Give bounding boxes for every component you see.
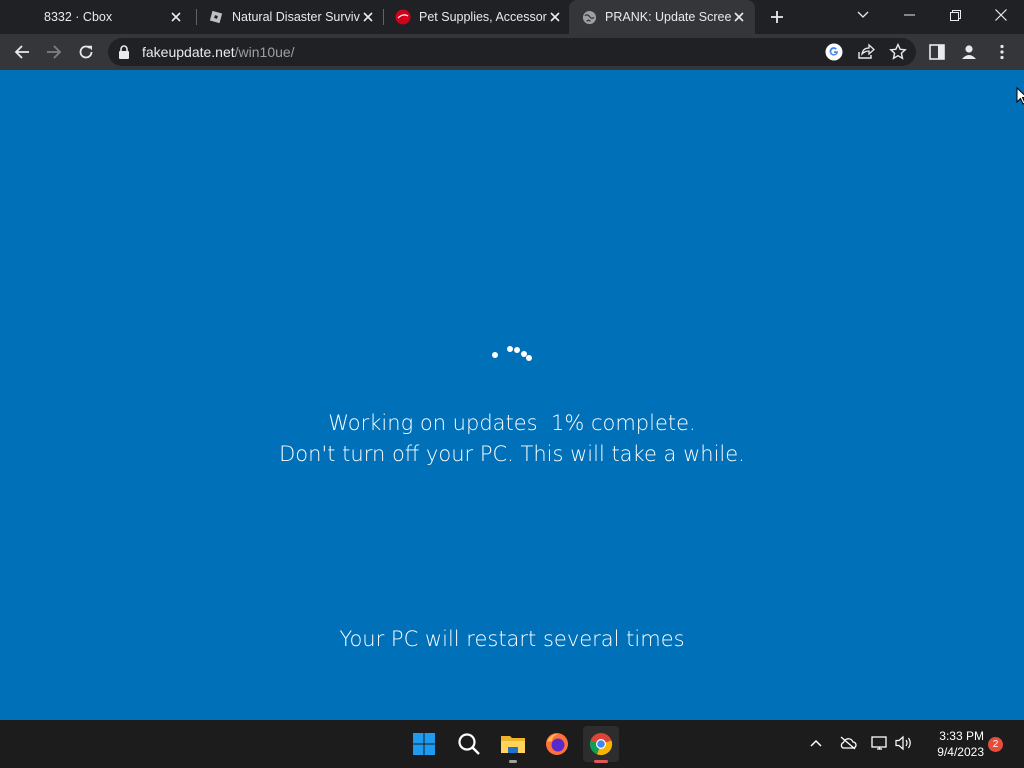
onedrive-offline-icon[interactable]	[837, 732, 859, 754]
restore-icon	[949, 9, 961, 21]
browser-tab-active[interactable]: PRANK: Update Screen	[569, 0, 755, 34]
back-button[interactable]	[8, 38, 36, 66]
restart-notice-text: Your PC will restart several times	[339, 627, 685, 651]
firefox-icon[interactable]	[539, 726, 575, 762]
browser-tab[interactable]: 8332 · Cbox	[30, 0, 190, 34]
tab-title: PRANK: Update Screen	[605, 10, 731, 24]
tab-close-icon[interactable]	[731, 9, 747, 25]
clock-date: 9/4/2023	[937, 745, 984, 759]
running-indicator	[509, 760, 517, 763]
google-lens-icon[interactable]	[825, 43, 843, 61]
petco-icon	[395, 9, 411, 25]
chevron-down-icon	[857, 11, 869, 18]
tab-separator	[383, 9, 384, 25]
tab-search-button[interactable]	[840, 0, 886, 30]
url-path: /win10ue/	[234, 44, 295, 60]
mouse-cursor-icon	[1016, 86, 1024, 105]
share-icon[interactable]	[857, 43, 875, 61]
reload-button[interactable]	[72, 38, 100, 66]
update-warning-text: Don't turn off your PC. This will take a…	[279, 442, 745, 466]
chrome-icon[interactable]	[583, 726, 619, 762]
more-menu-icon[interactable]	[993, 43, 1011, 61]
minimize-icon	[903, 14, 915, 16]
roblox-icon	[208, 9, 224, 25]
minimize-button[interactable]	[886, 0, 932, 30]
volume-icon[interactable]	[893, 732, 915, 754]
tab-separator	[196, 9, 197, 25]
windows-start-icon[interactable]	[406, 726, 442, 762]
tab-title: 8332 · Cbox	[44, 10, 113, 24]
new-tab-button[interactable]	[764, 4, 790, 30]
clock-time: 3:33 PM	[939, 729, 984, 743]
system-clock[interactable]: 3:33 PM 9/4/2023	[922, 728, 984, 760]
search-icon[interactable]	[451, 726, 487, 762]
tab-close-icon[interactable]	[547, 9, 563, 25]
arrow-right-icon	[47, 45, 62, 59]
update-progress-text: Working on updates 1% complete.	[328, 411, 696, 435]
forward-button[interactable]	[40, 38, 68, 66]
update-screen	[0, 70, 1024, 720]
close-icon	[995, 9, 1007, 21]
url-text[interactable]: fakeupdate.net/win10ue/	[142, 44, 295, 60]
file-explorer-icon[interactable]	[495, 726, 531, 762]
browser-tab[interactable]: Pet Supplies, Accessories	[385, 0, 569, 34]
notification-badge[interactable]: 2	[988, 737, 1003, 752]
globe-icon	[581, 9, 597, 25]
plus-icon	[771, 11, 783, 23]
chevron-up-icon[interactable]	[805, 732, 827, 754]
active-app-indicator	[594, 760, 608, 763]
tab-title: Pet Supplies, Accessories	[419, 10, 547, 24]
tab-close-icon[interactable]	[168, 9, 184, 25]
loading-spinner-icon	[490, 344, 536, 364]
tab-close-icon[interactable]	[360, 9, 376, 25]
profile-avatar-icon[interactable]	[960, 43, 978, 61]
bookmark-star-icon[interactable]	[889, 42, 907, 61]
reload-icon	[79, 45, 93, 59]
close-window-button[interactable]	[978, 0, 1024, 30]
lock-icon[interactable]	[118, 45, 132, 59]
restore-button[interactable]	[932, 0, 978, 30]
arrow-left-icon	[14, 45, 29, 59]
side-panel-icon[interactable]	[928, 43, 946, 61]
browser-tab[interactable]: Natural Disaster Survival	[198, 0, 382, 34]
network-icon[interactable]	[869, 732, 891, 754]
url-domain: fakeupdate.net	[142, 44, 235, 60]
tab-title: Natural Disaster Survival	[232, 10, 360, 24]
